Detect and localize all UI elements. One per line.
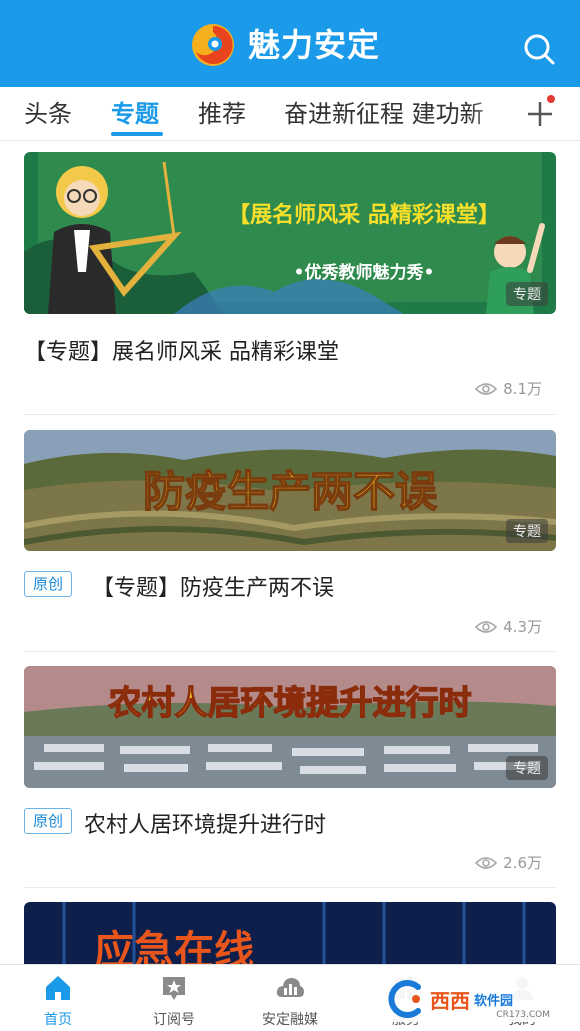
rural-banner-title: 农村人居环境提升进行时: [109, 683, 472, 722]
view-count-value: 2.6万: [503, 854, 542, 872]
app-header: 魅力安定: [0, 0, 580, 87]
card-image-epidemic[interactable]: 防疫生产两不误 专题: [24, 430, 556, 551]
tabs-fade: [470, 88, 510, 140]
card-image-rural[interactable]: 农村人居环境提升进行时 专题: [24, 666, 556, 788]
home-icon: [46, 976, 70, 1000]
logo-icon: [192, 24, 234, 66]
view-count-value: 4.3万: [503, 618, 542, 636]
emergency-banner-title: 应急在线: [94, 927, 254, 964]
nav-subscriptions[interactable]: 订阅号: [124, 973, 224, 1029]
view-count-value: 8.1万: [503, 380, 542, 398]
eye-icon: [475, 620, 498, 633]
card-divider: [24, 887, 556, 888]
original-badge: 原创: [24, 808, 72, 834]
tab-recommended[interactable]: 推荐: [198, 99, 246, 129]
cloud-chart-icon: [276, 978, 304, 997]
nav-home[interactable]: 首页: [8, 973, 108, 1029]
terraces-banner-image: 防疫生产两不误: [24, 430, 556, 551]
active-tab-indicator: [111, 132, 163, 136]
card-divider: [24, 651, 556, 652]
card-image-teachers[interactable]: 【展名师风采 品精彩课堂】 •优秀教师魅力秀• 专题: [24, 152, 556, 314]
nav-subscriptions-label: 订阅号: [153, 1012, 195, 1028]
original-badge: 原创: [24, 571, 72, 597]
card-title-teachers[interactable]: 【专题】展名师风采 品精彩课堂: [24, 334, 339, 366]
view-count: 2.6万: [475, 852, 542, 873]
app-title: 魅力安定: [248, 26, 381, 64]
card-image-emergency[interactable]: 应急在线: [24, 902, 556, 964]
card-title-epidemic[interactable]: 【专题】防疫生产两不误: [92, 570, 334, 602]
site-watermark: 西西 软件园 CR173.COM: [380, 976, 560, 1022]
nav-home-label: 首页: [44, 1012, 72, 1028]
notification-dot: [547, 95, 555, 103]
card-title-rural[interactable]: 农村人居环境提升进行时: [84, 807, 326, 839]
village-banner-image: 农村人居环境提升进行时: [24, 666, 556, 788]
view-count: 4.3万: [475, 616, 542, 637]
tab-topics[interactable]: 专题: [111, 99, 159, 129]
teachers-banner-title: 【展名师风采 品精彩课堂】: [228, 202, 500, 228]
teachers-banner-image: 【展名师风采 品精彩课堂】 •优秀教师魅力秀•: [24, 152, 556, 314]
nav-media-label: 安定融媒: [262, 1012, 318, 1028]
tab-new-journey[interactable]: 奋进新征程 建功新: [284, 99, 484, 129]
app-logo: 魅力安定: [190, 22, 380, 68]
eye-icon: [475, 382, 498, 395]
view-count: 8.1万: [475, 378, 542, 399]
watermark-logo-icon: [388, 980, 421, 1018]
nav-media[interactable]: 安定融媒: [240, 973, 340, 1029]
watermark-sub: 软件园: [474, 993, 514, 1009]
card-divider: [24, 414, 556, 415]
eye-icon: [475, 856, 498, 869]
emergency-banner-image: 应急在线: [24, 902, 556, 964]
search-icon[interactable]: [522, 32, 556, 66]
tab-headlines[interactable]: 头条: [24, 99, 72, 129]
topic-tag: 专题: [506, 756, 548, 780]
epidemic-banner-title: 防疫生产两不误: [143, 467, 437, 516]
watermark-url: CR173.COM: [496, 1010, 550, 1020]
topic-tag: 专题: [506, 282, 548, 306]
teachers-banner-subtitle: •优秀教师魅力秀•: [294, 262, 435, 283]
topic-tag: 专题: [506, 519, 548, 543]
star-badge-icon: [163, 977, 185, 1000]
watermark-brand: 西西: [430, 988, 470, 1013]
